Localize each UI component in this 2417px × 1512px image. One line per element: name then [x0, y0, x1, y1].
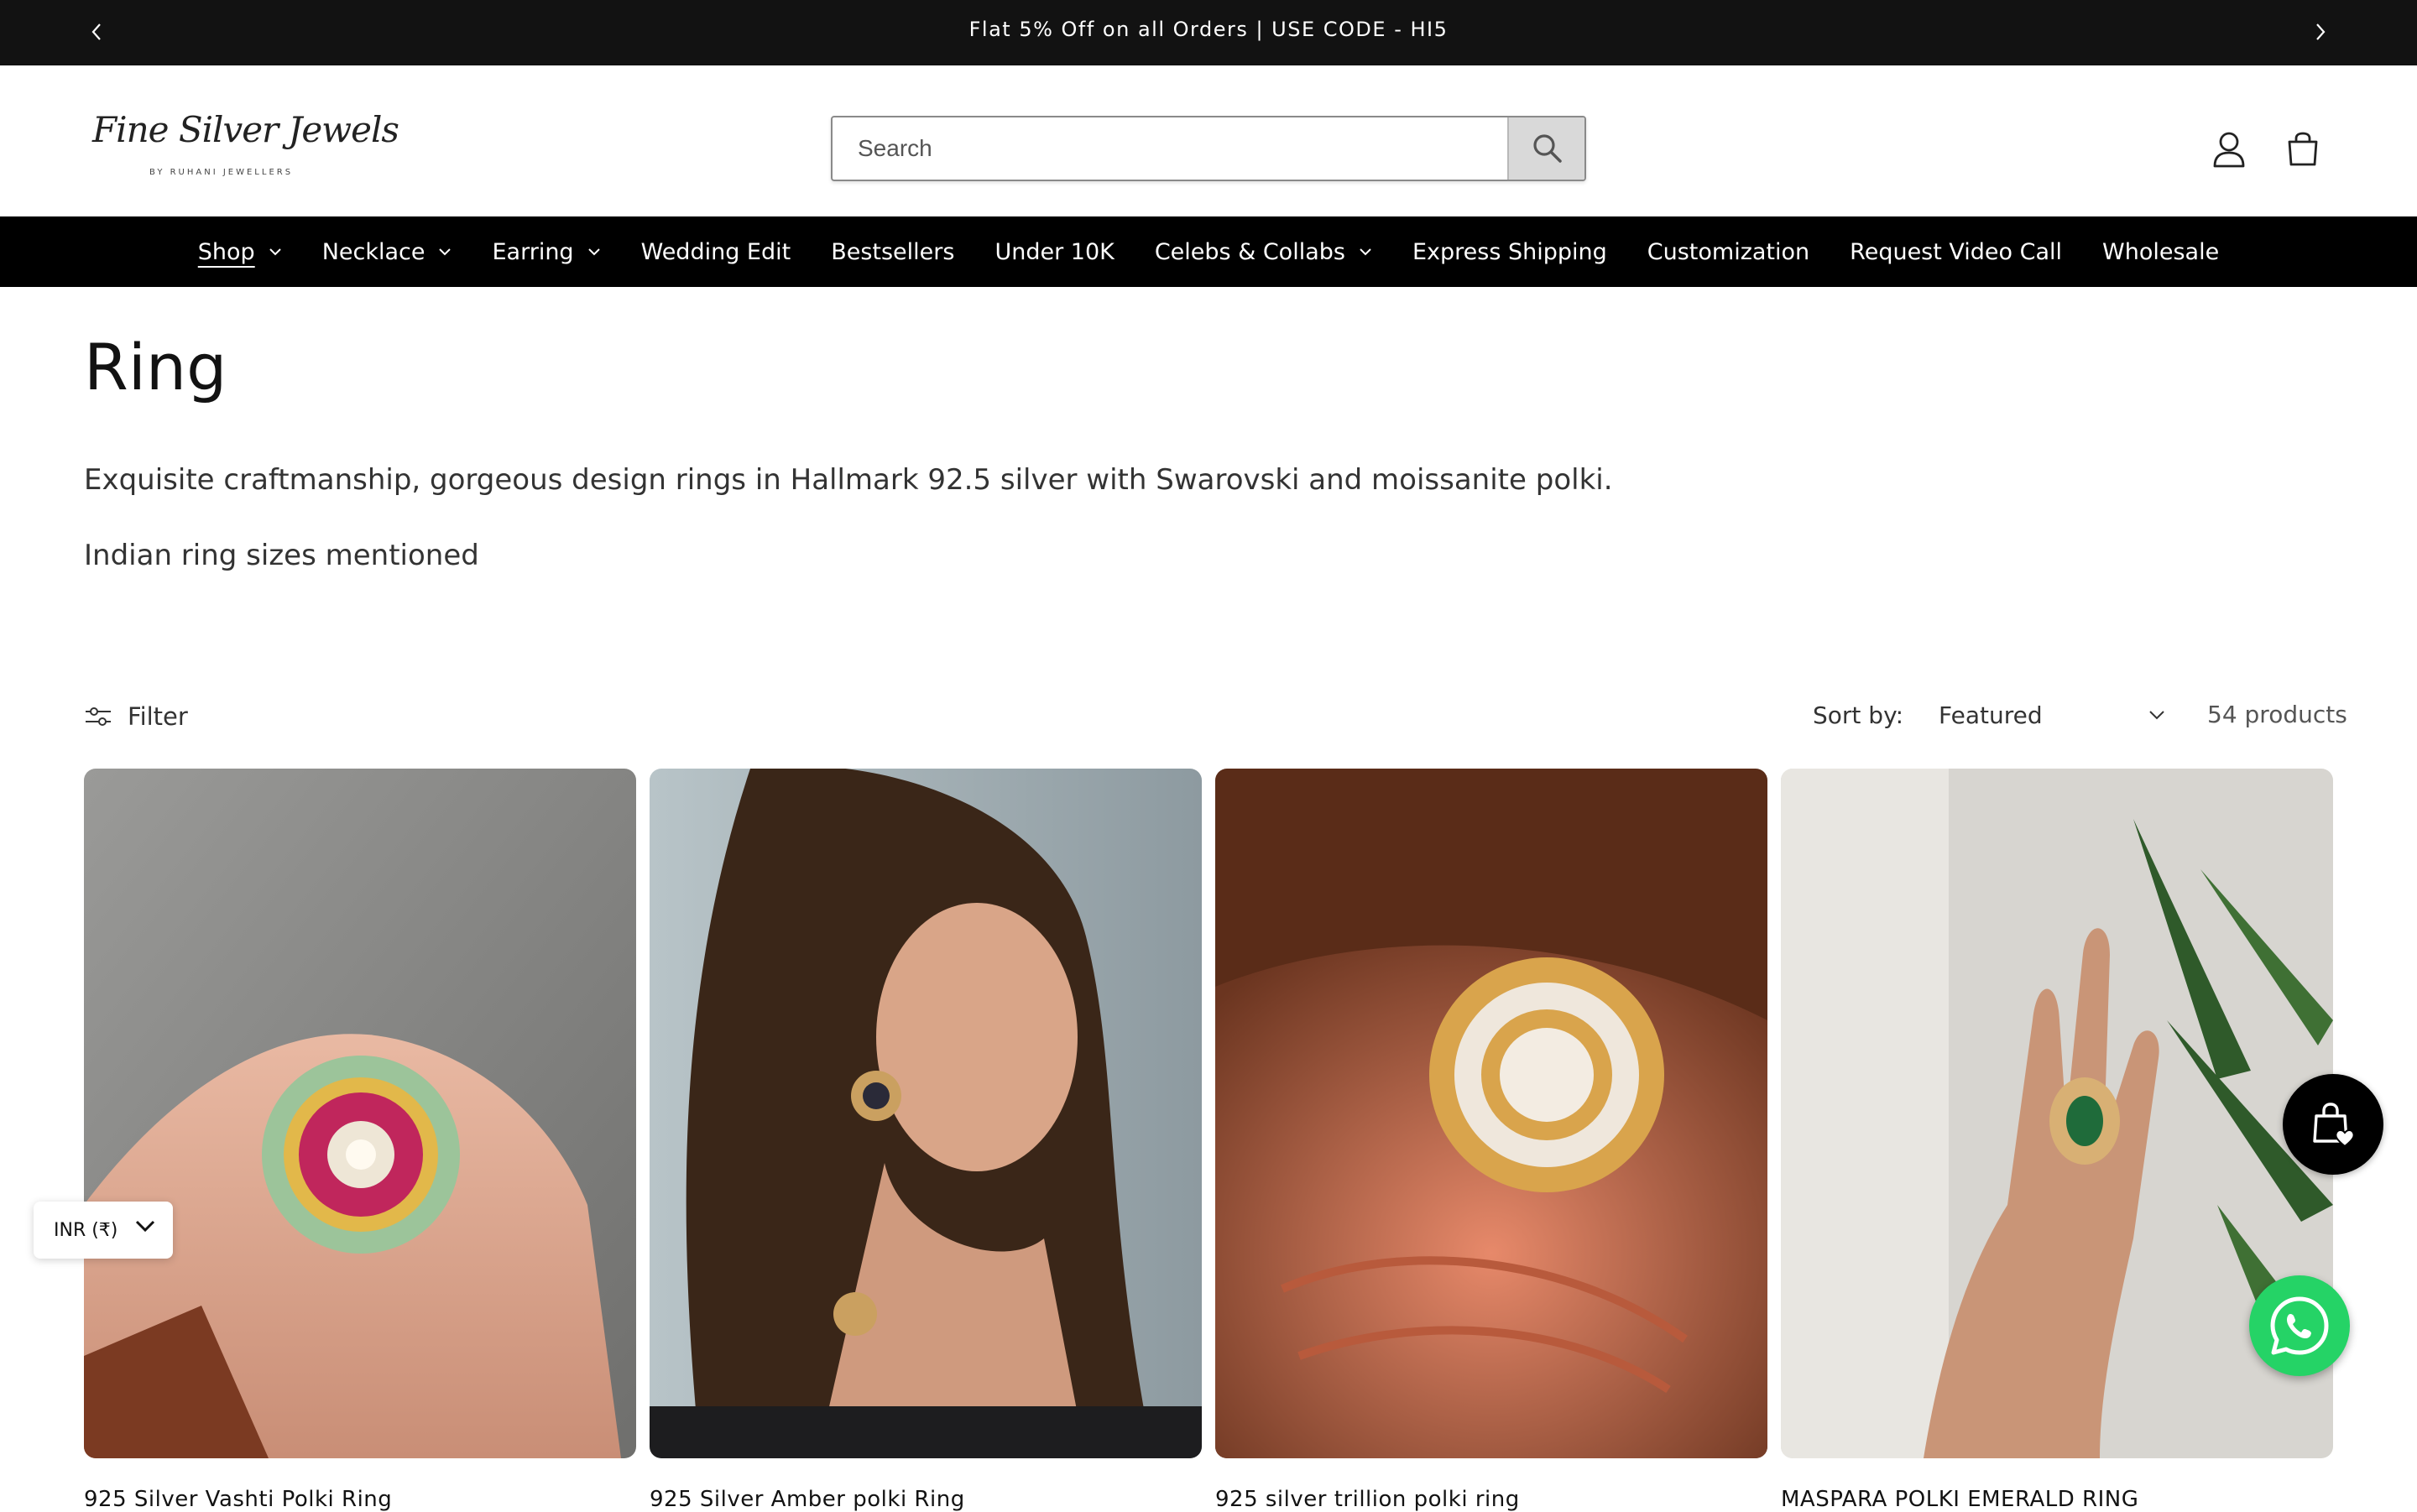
wishlist-bag-heart-icon	[2313, 1103, 2355, 1148]
currency-value: INR (₹)	[54, 1219, 118, 1241]
whatsapp-button[interactable]	[2249, 1275, 2350, 1376]
nav-item-label: Celebs & Collabs	[1154, 238, 1345, 265]
nav-item-wholesale[interactable]: Wholesale	[2082, 216, 2239, 287]
filter-sliders-icon	[84, 705, 112, 728]
sort-selected-value: Featured	[1939, 701, 2043, 729]
chevron-down-icon	[2149, 711, 2164, 720]
nav-item-label: Express Shipping	[1412, 238, 1607, 265]
product-title[interactable]: 925 Silver Amber polki Ring	[650, 1487, 965, 1512]
nav-item-bestsellers[interactable]: Bestsellers	[811, 216, 974, 287]
nav-item-label: Shop	[197, 238, 255, 265]
sort-select[interactable]: Featured	[1939, 701, 2165, 729]
nav-dropdown-toggle[interactable]	[438, 248, 452, 256]
shopping-bag-icon	[2288, 132, 2318, 166]
product-title[interactable]: 925 silver trillion polki ring	[1215, 1487, 1520, 1512]
nav-dropdown-toggle[interactable]	[587, 248, 601, 256]
nav-item-label: Wholesale	[2102, 238, 2220, 265]
nav-item-celebs-collabs[interactable]: Celebs & Collabs	[1135, 216, 1392, 287]
nav-item-customization[interactable]: Customization	[1627, 216, 1830, 287]
wishlist-button[interactable]	[2283, 1074, 2383, 1175]
nav-item-shop[interactable]: Shop	[178, 216, 302, 287]
sort-label: Sort by:	[1813, 701, 1904, 729]
chevron-right-icon	[2316, 23, 2326, 40]
chevron-down-icon	[269, 248, 281, 256]
nav-item-earring[interactable]: Earring	[472, 216, 620, 287]
nav-dropdown-toggle[interactable]	[269, 248, 282, 256]
collection-description: Exquisite craftmanship, gorgeous design …	[84, 463, 1613, 497]
collection-size-note: Indian ring sizes mentioned	[84, 539, 479, 572]
nav-item-label: Necklace	[321, 238, 425, 265]
nav-item-label: Request Video Call	[1850, 238, 2063, 265]
logo-subtext: BY RUHANI JEWELLERS	[149, 168, 294, 177]
nav-item-label: Earring	[492, 238, 574, 265]
filter-label: Filter	[128, 702, 188, 731]
nav-item-under-10k[interactable]: Under 10K	[974, 216, 1134, 287]
currency-selector[interactable]: INR (₹)	[34, 1202, 173, 1259]
chevron-down-icon	[1360, 248, 1371, 256]
nav-item-label: Customization	[1647, 238, 1810, 265]
announcement-next-button[interactable]	[2304, 15, 2337, 49]
nav-item-label: Bestsellers	[831, 238, 955, 265]
search-icon	[1533, 134, 1562, 163]
site-header: Fine Silver Jewels BY RUHANI JEWELLERS	[0, 65, 2417, 216]
nav-item-label: Wedding Edit	[640, 238, 791, 265]
chevron-down-icon	[587, 248, 600, 256]
user-icon	[2213, 132, 2245, 168]
product-title[interactable]: MASPARA POLKI EMERALD RING	[1781, 1487, 2138, 1512]
filter-button[interactable]: Filter	[84, 698, 188, 735]
chevron-down-icon	[134, 1218, 156, 1233]
search-button[interactable]	[1507, 117, 1584, 180]
logo-text: Fine Silver Jewels	[92, 109, 399, 150]
product-count: 54 products	[2207, 701, 2347, 728]
product-title[interactable]: 925 Silver Vashti Polki Ring	[84, 1487, 392, 1512]
announcement-message: Flat 5% Off on all Orders | USE CODE - H…	[968, 18, 1449, 41]
product-image[interactable]	[84, 769, 636, 1458]
nav-item-request-video-call[interactable]: Request Video Call	[1830, 216, 2082, 287]
collection-title: Ring	[84, 330, 227, 404]
cart-button[interactable]	[2278, 124, 2328, 175]
chevron-down-icon	[439, 248, 452, 256]
site-logo[interactable]: Fine Silver Jewels	[92, 109, 399, 176]
nav-list: Shop Necklace Earring Wedding Edit Bestselle…	[0, 216, 2417, 287]
search-input[interactable]	[833, 117, 1507, 180]
whatsapp-icon	[2270, 1296, 2329, 1355]
nav-item-necklace[interactable]: Necklace	[302, 216, 472, 287]
main-navigation: Shop Necklace Earring Wedding Edit Bestselle…	[0, 216, 2417, 287]
account-button[interactable]	[2204, 124, 2254, 175]
nav-item-label: Under 10K	[994, 238, 1115, 265]
product-image[interactable]	[1215, 769, 1767, 1458]
product-image[interactable]	[1781, 769, 2333, 1458]
sort-control: Sort by: Featured	[1813, 696, 2165, 733]
nav-item-wedding-edit[interactable]: Wedding Edit	[621, 216, 812, 287]
nav-dropdown-toggle[interactable]	[1359, 248, 1372, 256]
search-form	[831, 116, 1586, 181]
product-image[interactable]	[650, 769, 1202, 1458]
announcement-bar: Flat 5% Off on all Orders | USE CODE - H…	[0, 0, 2417, 65]
nav-item-express-shipping[interactable]: Express Shipping	[1392, 216, 1627, 287]
